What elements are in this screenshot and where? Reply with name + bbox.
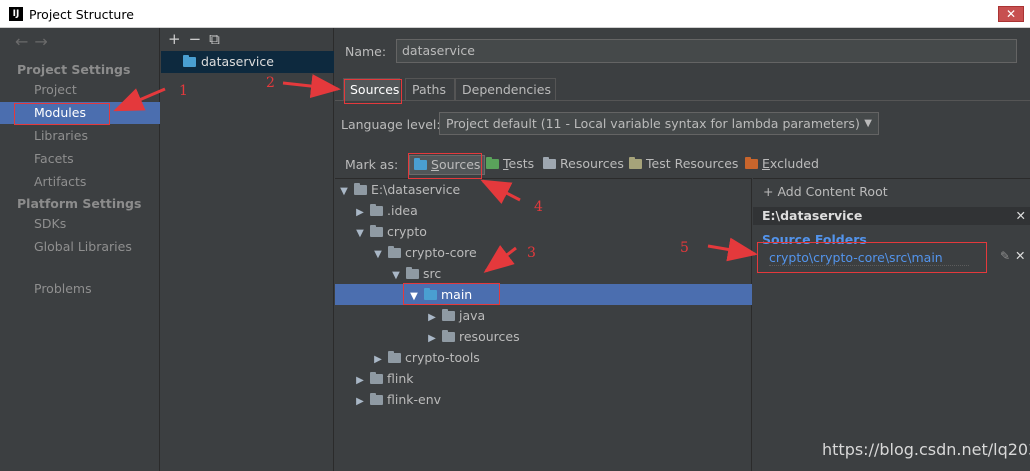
content-roots-panel: + Add Content Root E:\dataservice ✕ Sour… [753, 178, 1030, 471]
annotation-number-3: 3 [527, 245, 536, 261]
tree-collapsed-icon: ▶ [356, 375, 364, 386]
add-content-root-button[interactable]: + Add Content Root [763, 184, 888, 199]
copy-module-icon[interactable]: ⧉ [209, 30, 220, 48]
language-level-label: Language level: [341, 117, 441, 132]
source-folders-heading: Source Folders [762, 232, 867, 247]
folder-icon [370, 225, 383, 237]
add-module-icon[interactable]: + [168, 30, 181, 48]
tree-row-crypto[interactable]: ▼ crypto [335, 221, 752, 242]
tree-expanded-icon: ▼ [356, 228, 364, 239]
tree-collapsed-icon: ▶ [356, 396, 364, 407]
language-level-select[interactable]: Project default (11 - Local variable syn… [439, 112, 879, 135]
module-item-dataservice[interactable]: dataservice [161, 51, 334, 73]
mark-as-tests-button[interactable]: Tests [486, 155, 534, 175]
tree-row-java[interactable]: ▶ java [335, 305, 752, 326]
name-label: Name: [345, 44, 387, 59]
sources-folder-icon [414, 158, 427, 170]
mark-as-resources-button[interactable]: Resources [543, 155, 624, 175]
source-folder-icon [424, 288, 437, 300]
folder-icon [370, 393, 383, 405]
folder-icon [388, 246, 401, 258]
excluded-folder-icon [745, 157, 758, 169]
tree-expanded-icon: ▼ [392, 270, 400, 281]
settings-sidebar: ←→ Project Settings Project Modules Libr… [0, 28, 160, 471]
source-folder-path[interactable]: crypto\crypto-core\src\main [769, 250, 943, 265]
sidebar-item-project[interactable]: Project [0, 79, 160, 101]
module-folder-icon [183, 55, 196, 67]
sidebar-item-libraries[interactable]: Libraries [0, 125, 160, 147]
content-root-header: E:\dataservice ✕ [753, 207, 1030, 225]
tree-expanded-icon: ▼ [374, 249, 382, 260]
intellij-app-icon: IJ [9, 7, 23, 21]
platform-settings-heading: Platform Settings [17, 196, 142, 211]
remove-source-folder-icon[interactable]: ✕ [1015, 248, 1025, 263]
back-arrow-icon[interactable]: ← [15, 32, 34, 51]
watermark-text: https://blog.csdn.net/lq2030 [822, 440, 1030, 459]
tab-sources[interactable]: Sources [343, 78, 400, 101]
tree-collapsed-icon: ▶ [374, 354, 382, 365]
sidebar-item-artifacts[interactable]: Artifacts [0, 171, 160, 193]
mark-as-test-resources-button[interactable]: Test Resources [629, 155, 738, 175]
folder-icon [354, 183, 367, 195]
resources-folder-icon [543, 157, 556, 169]
content-root-path: E:\dataservice [762, 208, 863, 223]
language-level-value: Project default (11 - Local variable syn… [446, 116, 860, 131]
annotation-number-1: 1 [179, 83, 188, 99]
tree-collapsed-icon: ▶ [356, 207, 364, 218]
folder-tree: ▼ E:\dataservice ▶ .idea ▼ crypto ▼ crypto-c… [335, 178, 752, 471]
test-resources-folder-icon [629, 157, 642, 169]
project-settings-heading: Project Settings [17, 62, 131, 77]
tree-row-root[interactable]: ▼ E:\dataservice [335, 179, 752, 200]
sidebar-item-problems[interactable]: Problems [0, 278, 160, 300]
window-close-button[interactable]: ✕ [998, 6, 1024, 22]
tree-expanded-icon: ▼ [410, 291, 418, 302]
folder-icon [370, 372, 383, 384]
tree-row-idea[interactable]: ▶ .idea [335, 200, 752, 221]
tests-folder-icon [486, 157, 499, 169]
tab-dependencies[interactable]: Dependencies [455, 78, 556, 101]
tab-paths[interactable]: Paths [405, 78, 455, 101]
folder-icon [370, 204, 383, 216]
package-folder-icon [442, 309, 455, 321]
tree-row-resources[interactable]: ▶ resources [335, 326, 752, 347]
tree-row-flink[interactable]: ▶ flink [335, 368, 752, 389]
tree-collapsed-icon: ▶ [428, 333, 436, 344]
window-title: Project Structure [29, 7, 134, 22]
tree-row-src[interactable]: ▼ src [335, 263, 752, 284]
module-name-input[interactable]: dataservice [396, 39, 1017, 63]
sidebar-item-facets[interactable]: Facets [0, 148, 160, 170]
tree-expanded-icon: ▼ [340, 186, 348, 197]
mark-as-excluded-button[interactable]: Excluded [745, 155, 819, 175]
tree-row-crypto-tools[interactable]: ▶ crypto-tools [335, 347, 752, 368]
annotation-number-2: 2 [266, 75, 275, 91]
tree-row-crypto-core[interactable]: ▼ crypto-core [335, 242, 752, 263]
annotation-number-4: 4 [534, 199, 543, 215]
mark-as-sources-button[interactable]: Sources [409, 155, 486, 175]
folder-icon [388, 351, 401, 363]
sidebar-item-modules[interactable]: Modules [0, 102, 160, 124]
chevron-down-icon: ▼ [864, 118, 872, 129]
forward-arrow-icon[interactable]: → [34, 32, 53, 51]
title-bar: IJ Project Structure ✕ [0, 0, 1030, 28]
tree-row-main[interactable]: ▼ main [335, 284, 752, 305]
remove-content-root-icon[interactable]: ✕ [1016, 207, 1026, 225]
tree-collapsed-icon: ▶ [428, 312, 436, 323]
remove-module-icon[interactable]: − [189, 30, 202, 48]
sidebar-item-sdks[interactable]: SDKs [0, 213, 160, 235]
tree-row-flink-env[interactable]: ▶ flink-env [335, 389, 752, 410]
mark-as-label: Mark as: [345, 157, 399, 172]
folder-icon [406, 267, 419, 279]
sidebar-item-global-libraries[interactable]: Global Libraries [0, 236, 160, 258]
module-item-label: dataservice [201, 54, 274, 69]
annotation-number-5: 5 [680, 240, 689, 256]
edit-source-folder-icon[interactable]: ✎ [1000, 249, 1010, 263]
package-folder-icon [442, 330, 455, 342]
